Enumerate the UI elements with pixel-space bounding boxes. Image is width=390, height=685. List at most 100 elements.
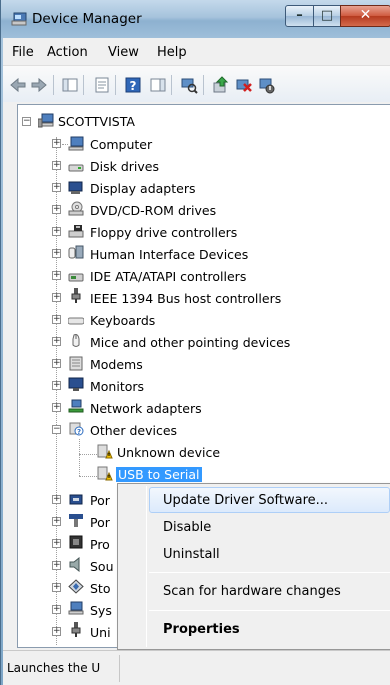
svg-text:?: ? xyxy=(77,428,81,436)
expand-icon[interactable]: + xyxy=(52,139,61,148)
tree-node-modems[interactable]: + Modems xyxy=(52,354,372,376)
properties-icon[interactable] xyxy=(93,76,111,94)
tree-node-disk-drives[interactable]: + Disk drives xyxy=(52,156,372,178)
tree-node-unknown-device[interactable]: Unknown device xyxy=(97,442,297,464)
tree-node-mice[interactable]: + Mice and other pointing devices xyxy=(52,332,372,354)
menu-bar: File Action View Help xyxy=(3,38,390,66)
root-label: SCOTTVISTA xyxy=(58,114,135,129)
keyboard-icon xyxy=(68,317,84,325)
update-driver-menu-item[interactable]: Update Driver Software... xyxy=(163,493,328,508)
status-divider xyxy=(119,655,120,682)
window-title: Device Manager xyxy=(32,11,142,27)
tree-root[interactable]: − SCOTTVISTA xyxy=(22,112,222,134)
usb-icon xyxy=(71,622,81,637)
tree-node-hid[interactable]: + Human Interface Devices xyxy=(52,244,372,266)
expand-icon[interactable]: + xyxy=(52,249,61,258)
unknown-device-warning-icon xyxy=(97,444,113,459)
tree-node-other-devices[interactable]: − ? Other devices xyxy=(52,420,372,442)
expand-icon[interactable]: + xyxy=(52,161,61,170)
computer-icon xyxy=(38,113,54,128)
tree-node-display-adapters[interactable]: + Display adapters xyxy=(52,178,372,200)
floppy-controller-icon xyxy=(68,225,84,238)
tree-node-ide-controllers[interactable]: + IDE ATA/ATAPI controllers xyxy=(52,266,372,288)
monitor-icon xyxy=(68,377,84,391)
status-text: Launches the U xyxy=(7,661,101,675)
computer-icon xyxy=(68,136,84,151)
disable-icon[interactable] xyxy=(258,76,276,94)
expand-icon[interactable]: + xyxy=(52,227,61,236)
menu-file[interactable]: File xyxy=(12,45,34,60)
portable-device-icon xyxy=(69,514,83,527)
expand-icon[interactable]: + xyxy=(52,381,61,390)
mouse-icon xyxy=(72,334,80,347)
ports-icon xyxy=(69,494,83,505)
update-driver-icon[interactable] xyxy=(212,76,230,94)
menu-separator xyxy=(149,610,390,611)
forward-icon[interactable] xyxy=(30,76,48,94)
svg-text:?: ? xyxy=(130,79,137,93)
show-hide-console-tree-icon[interactable] xyxy=(61,76,79,94)
display-adapter-icon xyxy=(68,181,83,194)
expand-icon[interactable]: + xyxy=(52,293,61,302)
menu-action[interactable]: Action xyxy=(47,45,88,60)
expand-icon[interactable]: + xyxy=(52,315,61,324)
context-menu: Update Driver Software... Disable Uninst… xyxy=(117,483,390,650)
modem-icon xyxy=(69,356,83,371)
help-icon[interactable]: ? xyxy=(124,76,142,94)
system-devices-icon xyxy=(68,601,84,615)
properties-menu-item[interactable]: Properties xyxy=(163,622,240,637)
uninstall-icon[interactable] xyxy=(235,76,253,94)
disk-drive-icon xyxy=(68,164,84,172)
device-manager-icon xyxy=(11,12,27,26)
network-adapter-icon xyxy=(68,399,84,413)
expand-icon[interactable]: + xyxy=(52,359,61,368)
tree-node-floppy-controllers[interactable]: + Floppy drive controllers xyxy=(52,222,372,244)
expand-icon[interactable]: + xyxy=(52,271,61,280)
tree-node-monitors[interactable]: + Monitors xyxy=(52,376,372,398)
collapse-icon[interactable]: − xyxy=(22,117,31,126)
toolbar: ? xyxy=(3,66,390,102)
expand-icon[interactable]: + xyxy=(52,539,61,548)
uninstall-menu-item[interactable]: Uninstall xyxy=(163,547,220,562)
expand-icon[interactable]: + xyxy=(52,183,61,192)
expand-icon[interactable]: + xyxy=(52,517,61,526)
collapse-icon[interactable]: − xyxy=(52,425,61,434)
disable-menu-item[interactable]: Disable xyxy=(163,520,211,535)
expand-icon[interactable]: + xyxy=(52,337,61,346)
storage-controller-icon xyxy=(68,579,84,594)
minimize-icon: – xyxy=(296,8,303,23)
expand-icon[interactable]: + xyxy=(52,583,61,592)
dvd-drive-icon xyxy=(68,201,84,216)
maximize-icon: □ xyxy=(320,8,334,23)
tree-node-dvd-drives[interactable]: + DVD/CD-ROM drives xyxy=(52,200,372,222)
tree-node-ieee1394[interactable]: + IEEE 1394 Bus host controllers xyxy=(52,288,372,310)
expand-icon[interactable]: + xyxy=(52,605,61,614)
device-manager-window: Device Manager – □ ✕ File Action View He… xyxy=(0,0,390,685)
back-icon[interactable] xyxy=(9,76,27,94)
expand-icon[interactable]: + xyxy=(52,561,61,570)
tree-node-network-adapters[interactable]: + Network adapters xyxy=(52,398,372,420)
menu-help[interactable]: Help xyxy=(157,45,187,60)
menu-separator xyxy=(149,572,390,573)
ieee1394-icon xyxy=(71,288,81,303)
scan-hardware-menu-item[interactable]: Scan for hardware changes xyxy=(163,584,341,599)
minimize-button[interactable]: – xyxy=(285,5,314,27)
other-devices-icon: ? xyxy=(69,422,84,436)
tree-node-keyboards[interactable]: + Keyboards xyxy=(52,310,372,332)
expand-icon[interactable]: + xyxy=(52,403,61,412)
scan-hardware-icon[interactable] xyxy=(180,76,198,94)
close-icon: ✕ xyxy=(359,7,372,23)
maximize-button[interactable]: □ xyxy=(313,5,341,27)
expand-icon[interactable]: + xyxy=(52,627,61,636)
expand-icon[interactable]: + xyxy=(52,495,61,504)
expand-icon[interactable]: + xyxy=(52,205,61,214)
status-bar: Launches the U xyxy=(3,650,390,685)
close-button[interactable]: ✕ xyxy=(340,5,390,27)
action-pane-icon[interactable] xyxy=(149,76,167,94)
speaker-icon xyxy=(69,557,80,572)
menu-view[interactable]: View xyxy=(108,45,139,60)
hid-icon xyxy=(68,245,84,259)
ide-controller-icon xyxy=(68,273,84,282)
title-bar[interactable]: Device Manager – □ ✕ xyxy=(1,0,390,38)
tree-node-computer[interactable]: + Computer xyxy=(52,134,372,156)
